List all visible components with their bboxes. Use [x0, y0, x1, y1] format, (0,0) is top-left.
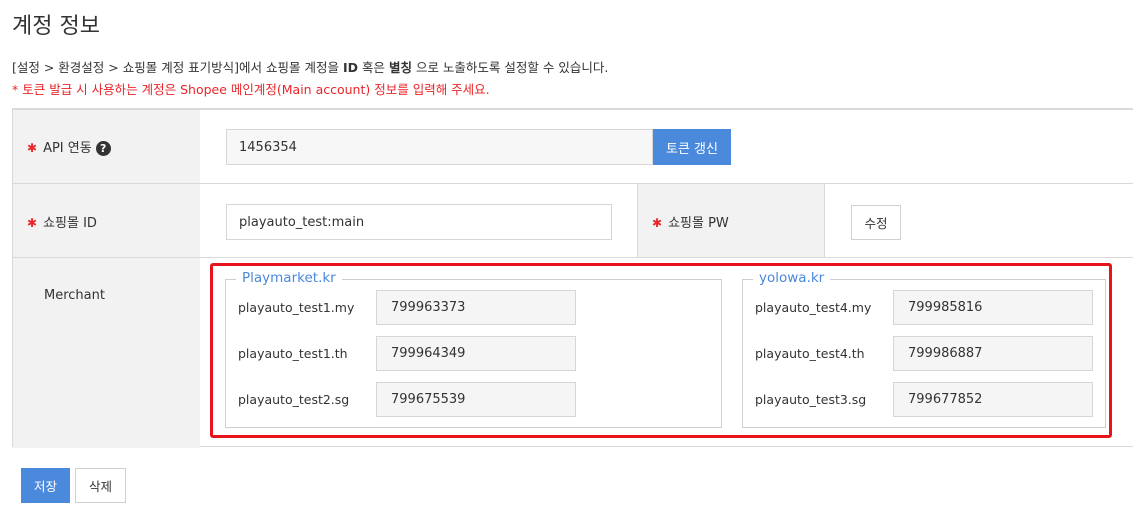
merchant-id-field[interactable]: 799677852 — [893, 382, 1093, 417]
shop-id-field[interactable]: playauto_test:main — [226, 204, 612, 240]
merchant-account-label: playauto_test4.th — [755, 346, 865, 361]
merchant-id-field[interactable]: 799675539 — [376, 382, 576, 417]
merchant-group-yolowa: yolowa.kr playauto_test4.my 799985816 pl… — [742, 270, 1106, 428]
required-icon: ✱ — [27, 216, 38, 230]
delete-button[interactable]: 삭제 — [75, 468, 126, 503]
description-text: [설정 > 환경설정 > 쇼핑몰 계정 표기방식]에서 쇼핑몰 계정을 ID 혹… — [12, 57, 608, 76]
shop-pw-label: 쇼핑몰 PW — [668, 216, 729, 231]
merchant-id-field[interactable]: 799963373 — [376, 290, 576, 325]
desc-part: [설정 > 환경설정 > 쇼핑몰 계정 표기방식]에서 쇼핑몰 계정을 — [12, 60, 343, 75]
merchant-id-field[interactable]: 799985816 — [893, 290, 1093, 325]
desc-part: 으로 노출하도록 설정할 수 있습니다. — [411, 60, 609, 75]
merchant-group-playmarket: Playmarket.kr playauto_test1.my 79996337… — [225, 270, 722, 428]
shop-pw-label-cell: ✱ 쇼핑몰 PW — [637, 184, 825, 257]
merchant-id-field[interactable]: 799986887 — [893, 336, 1093, 371]
required-icon: ✱ — [27, 141, 38, 155]
shop-id-label-cell: ✱ 쇼핑몰 ID — [13, 184, 200, 257]
merchant-account-label: playauto_test1.my — [238, 300, 355, 315]
merchant-label: Merchant — [44, 288, 105, 303]
required-icon: ✱ — [652, 216, 663, 230]
edit-password-button[interactable]: 수정 — [851, 205, 901, 240]
token-refresh-button[interactable]: 토큰 갱신 — [653, 129, 731, 165]
api-key-field[interactable]: 1456354 — [226, 129, 653, 165]
save-button[interactable]: 저장 — [21, 468, 70, 503]
merchant-group-title: Playmarket.kr — [236, 270, 342, 286]
help-icon[interactable]: ? — [95, 141, 111, 156]
merchant-group-title: yolowa.kr — [753, 270, 831, 286]
shop-id-label: 쇼핑몰 ID — [43, 216, 97, 231]
merchant-account-label: playauto_test2.sg — [238, 392, 350, 407]
merchant-id-field[interactable]: 799964349 — [376, 336, 576, 371]
desc-id-strong: ID — [342, 60, 358, 75]
merchant-account-label: playauto_test4.my — [755, 300, 872, 315]
merchant-account-label: playauto_test3.sg — [755, 392, 867, 407]
page-title: 계정 정보 — [12, 14, 100, 39]
merchant-label-cell: Merchant — [13, 258, 200, 448]
merchant-account-label: playauto_test1.th — [238, 346, 348, 361]
api-label: API 연동 — [43, 141, 92, 156]
desc-part: 혹은 — [358, 60, 389, 75]
api-label-cell: ✱ API 연동? — [13, 110, 200, 183]
desc-alias-strong: 별칭 — [388, 60, 412, 75]
warning-text: * 토큰 발급 시 사용하는 계정은 Shopee 메인계정(Main acco… — [12, 82, 490, 97]
